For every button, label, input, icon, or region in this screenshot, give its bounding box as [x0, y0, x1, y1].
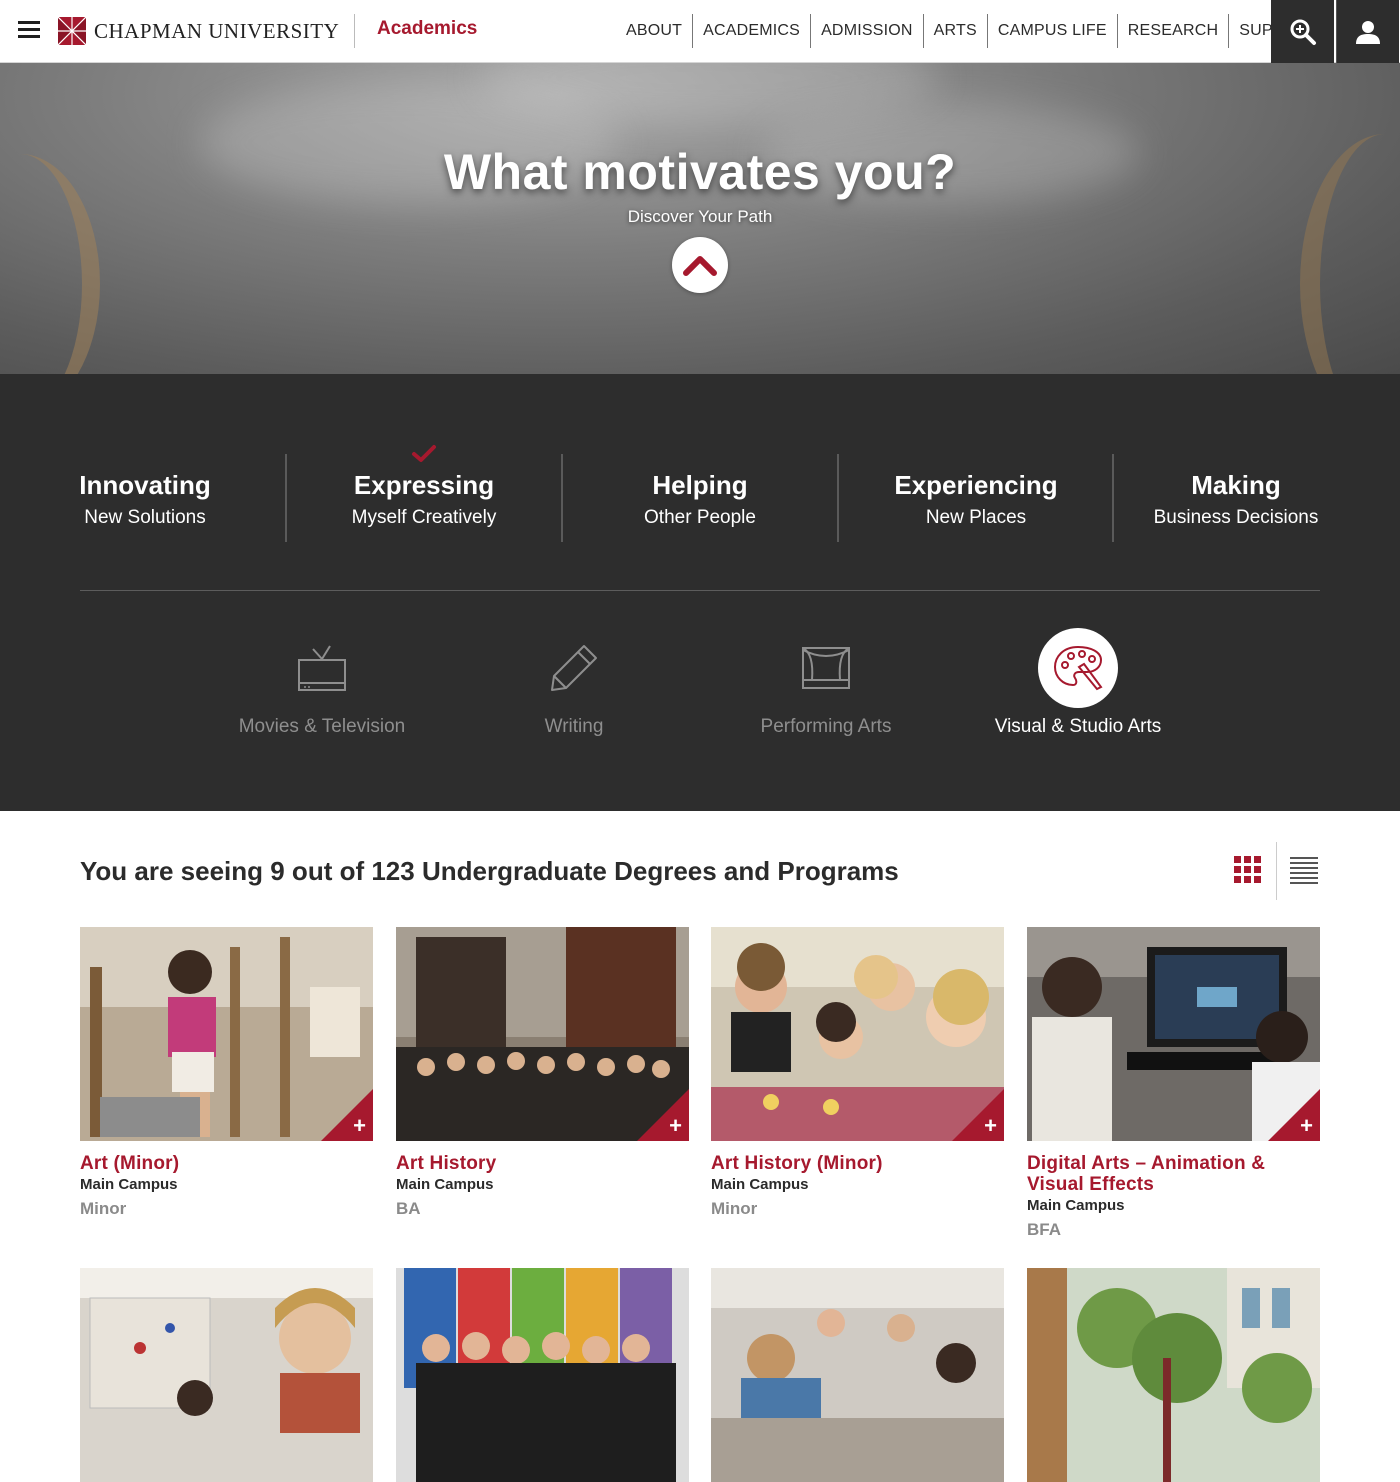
- results-heading: You are seeing 9 out of 123 Undergraduat…: [80, 856, 899, 886]
- program-title[interactable]: Art History: [396, 1153, 689, 1174]
- motivation-subtitle: Other People: [644, 507, 756, 528]
- program-degree: Minor: [80, 1199, 127, 1218]
- program-card-art-minor[interactable]: + Art (Minor) Main Campus Minor: [80, 927, 373, 1219]
- stage-icon: [786, 628, 866, 708]
- pencil-icon: [534, 628, 614, 708]
- program-title[interactable]: Art (Minor): [80, 1153, 373, 1174]
- palette-icon: [1038, 628, 1118, 708]
- list-view-button[interactable]: [1282, 848, 1326, 892]
- program-photo: [711, 1268, 1004, 1482]
- category-visual-studio-arts[interactable]: Visual & Studio Arts: [958, 628, 1198, 738]
- program-photo: [80, 1268, 373, 1482]
- motivation-making[interactable]: Making Business Decisions: [1130, 454, 1342, 544]
- menu-icon[interactable]: [18, 21, 40, 39]
- motivation-innovating[interactable]: Innovating New Solutions: [40, 454, 250, 544]
- user-icon: [1356, 20, 1380, 44]
- program-photo: +: [1027, 927, 1320, 1141]
- program-card-art-history[interactable]: + Art History Main Campus BA: [396, 927, 689, 1219]
- motivation-title: Making: [1191, 470, 1281, 500]
- motivation-divider: [1112, 454, 1114, 542]
- motivation-title: Experiencing: [894, 470, 1058, 500]
- program-photo: [396, 1268, 689, 1482]
- panel-divider: [80, 590, 1320, 591]
- view-toggle-divider: [1276, 842, 1277, 900]
- expand-icon: +: [353, 1113, 366, 1138]
- category-writing[interactable]: Writing: [454, 628, 694, 738]
- grid-view-button[interactable]: [1226, 848, 1270, 892]
- nav-campus-life[interactable]: CAMPUS LIFE: [986, 14, 1117, 48]
- program-photo: [1027, 1268, 1320, 1482]
- program-photo: +: [711, 927, 1004, 1141]
- program-degree: Minor: [711, 1199, 758, 1218]
- motivation-subtitle: Business Decisions: [1153, 507, 1319, 528]
- motivation-divider: [561, 454, 563, 542]
- expand-icon: +: [1300, 1113, 1313, 1138]
- nav-about[interactable]: ABOUT: [616, 14, 692, 48]
- motivation-subtitle: New Places: [925, 507, 1027, 528]
- nav-research[interactable]: RESEARCH: [1116, 14, 1229, 48]
- list-view-icon: [1290, 857, 1318, 884]
- category-label: Writing: [544, 716, 604, 737]
- motivation-expressing[interactable]: Expressing Myself Creatively: [304, 454, 544, 544]
- logo-text: CHAPMAN UNIVERSITY: [94, 18, 340, 43]
- program-campus: Main Campus: [711, 1176, 809, 1193]
- tv-icon: [282, 628, 362, 708]
- section-title[interactable]: Academics: [377, 18, 477, 40]
- category-label: Performing Arts: [760, 716, 892, 737]
- program-degree: BFA: [1027, 1220, 1061, 1239]
- motivation-subtitle: New Solutions: [84, 507, 206, 528]
- expand-icon: +: [984, 1113, 997, 1138]
- motivation-title: Innovating: [79, 470, 211, 500]
- university-logo[interactable]: CHAPMAN UNIVERSITY: [58, 16, 339, 46]
- nav-academics[interactable]: ACADEMICS: [692, 14, 810, 48]
- program-campus: Main Campus: [1027, 1197, 1125, 1214]
- program-photo: +: [396, 927, 689, 1141]
- program-degree: BA: [396, 1199, 421, 1218]
- site-header: CHAPMAN UNIVERSITY Academics ABOUT ACADE…: [0, 0, 1400, 63]
- category-movies-television[interactable]: Movies & Television: [202, 628, 442, 738]
- nav-arts[interactable]: ARTS: [922, 14, 987, 48]
- program-photo: +: [80, 927, 373, 1141]
- program-card[interactable]: [711, 1268, 1004, 1482]
- category-label: Movies & Television: [238, 716, 406, 737]
- motivation-divider: [285, 454, 287, 542]
- hero-subtitle: Discover Your Path: [627, 207, 773, 226]
- motivation-helping[interactable]: Helping Other People: [580, 454, 820, 544]
- program-card[interactable]: [1027, 1268, 1320, 1482]
- program-card[interactable]: [396, 1268, 689, 1482]
- hero-title: What motivates you?: [443, 144, 957, 200]
- account-button[interactable]: [1336, 0, 1399, 63]
- motivation-title: Helping: [652, 470, 748, 500]
- grid-view-icon: [1234, 856, 1261, 883]
- chevron-up-icon: [683, 256, 717, 276]
- nav-admission[interactable]: ADMISSION: [810, 14, 923, 48]
- search-icon: [1290, 19, 1316, 45]
- motivation-divider: [837, 454, 839, 542]
- expand-icon: +: [669, 1113, 682, 1138]
- program-card[interactable]: [80, 1268, 373, 1482]
- header-divider: [354, 14, 355, 48]
- program-card-art-history-minor[interactable]: + Art History (Minor) Main Campus Minor: [711, 927, 1004, 1219]
- logo-mark: [58, 17, 86, 45]
- program-campus: Main Campus: [80, 1176, 178, 1193]
- hero-banner: What motivates you? Discover Your Path: [0, 63, 1400, 374]
- top-navigation: ABOUT ACADEMICS ADMISSION ARTS CAMPUS LI…: [616, 14, 1328, 48]
- collapse-toggle-button[interactable]: [672, 237, 728, 293]
- program-card-digital-arts[interactable]: + Digital Arts – Animation & Visual Effe…: [1027, 927, 1320, 1240]
- motivation-subtitle: Myself Creatively: [351, 507, 497, 528]
- category-performing-arts[interactable]: Performing Arts: [706, 628, 946, 738]
- motivation-tabs: Innovating New Solutions Expressing Myse…: [0, 454, 1400, 544]
- motivation-experiencing[interactable]: Experiencing New Places: [856, 454, 1096, 544]
- program-campus: Main Campus: [396, 1176, 494, 1193]
- category-label: Visual & Studio Arts: [994, 716, 1162, 737]
- motivation-panel: Innovating New Solutions Expressing Myse…: [0, 374, 1400, 811]
- motivation-title: Expressing: [353, 470, 495, 500]
- program-title[interactable]: Art History (Minor): [711, 1153, 1004, 1174]
- search-button[interactable]: [1271, 0, 1334, 63]
- program-title[interactable]: Digital Arts – Animation & Visual Effect…: [1027, 1153, 1320, 1195]
